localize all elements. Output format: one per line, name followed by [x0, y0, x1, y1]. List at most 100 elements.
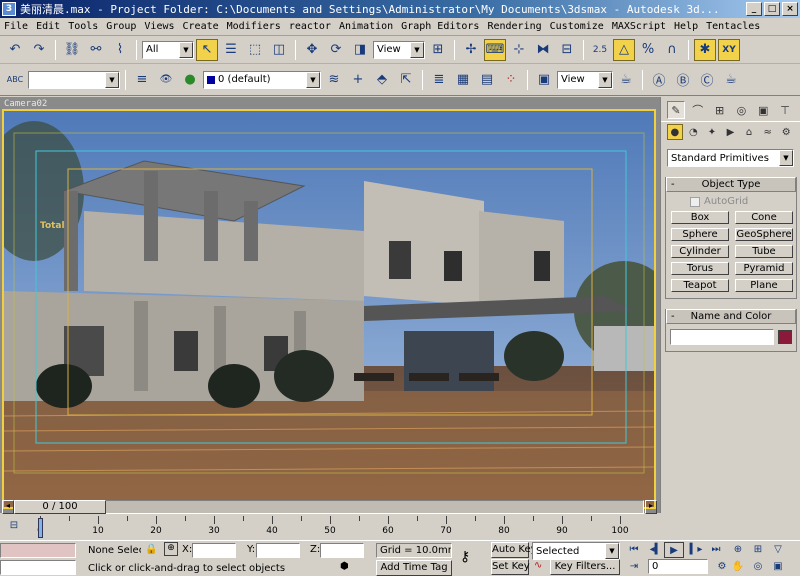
create-tab-icon[interactable]: ✎ [667, 101, 685, 119]
mirror-icon[interactable]: ⧓ [532, 39, 554, 61]
time-slider-track[interactable] [14, 500, 644, 514]
tube-button[interactable]: Tube [735, 245, 793, 258]
render-view-dropdown[interactable]: View ▼ [557, 70, 613, 89]
snaps-toggle-icon[interactable]: ⊹ [508, 39, 530, 61]
schematic-view-icon[interactable]: ▦ [452, 69, 474, 91]
lights-icon[interactable]: ✦ [704, 124, 720, 140]
select-and-scale-icon[interactable]: ◨ [349, 39, 371, 61]
undo-icon[interactable]: ↶ [4, 39, 26, 61]
curve-editor-icon[interactable]: ≣ [428, 69, 450, 91]
name-color-rollout-header[interactable]: - Name and Color [666, 309, 796, 324]
autogrid-checkbox[interactable]: AutoGrid [666, 192, 796, 209]
time-slider-next-icon[interactable]: ▸ [645, 500, 657, 514]
space-warps-icon[interactable]: ≈ [760, 124, 776, 140]
lock-selection-icon[interactable]: 🔒 [145, 544, 157, 555]
hierarchy-tab-icon[interactable]: ⊞ [711, 101, 729, 119]
primitive-category-dropdown[interactable]: Standard Primitives ▼ [667, 149, 794, 167]
create-layer-icon[interactable]: ≋ [323, 69, 345, 91]
named-selection-icon[interactable]: ✱ [694, 38, 716, 61]
absolute-mode-icon[interactable]: ⊕ [164, 542, 178, 556]
orbit-icon[interactable]: ◎ [748, 559, 768, 575]
field-of-view-icon[interactable]: ▽ [768, 542, 788, 558]
default-in-out-tangent-icon[interactable]: ∿ [534, 560, 542, 571]
menu-group[interactable]: Group [102, 21, 140, 32]
redo-icon[interactable]: ↷ [28, 39, 50, 61]
eye-icon[interactable]: 👁 [155, 69, 177, 91]
menu-modifiers[interactable]: Modifiers [223, 21, 285, 32]
play-icon[interactable]: ▶ [664, 542, 684, 558]
menu-animation[interactable]: Animation [335, 21, 397, 32]
menu-rendering[interactable]: Rendering [483, 21, 545, 32]
key-icon[interactable]: ⚷ [460, 549, 470, 565]
utilities-tab-icon[interactable]: ⊤ [776, 101, 794, 119]
menu-tentacles[interactable]: Tentacles [702, 21, 764, 32]
unlink-icon[interactable]: ⚯ [85, 39, 107, 61]
keyboard-shortcut-override-icon[interactable]: ⌨ [484, 38, 506, 61]
geometry-icon[interactable]: ● [667, 124, 683, 140]
motion-tab-icon[interactable]: ◎ [733, 101, 751, 119]
set-current-layer-icon[interactable]: ⇱ [395, 69, 417, 91]
window-crossing-icon[interactable]: ◫ [268, 39, 290, 61]
pan-view-icon[interactable]: ✋ [728, 559, 748, 575]
percent-snap-icon[interactable]: △ [613, 38, 635, 61]
systems-icon[interactable]: ⚙ [778, 124, 794, 140]
close-button[interactable]: × [782, 2, 798, 16]
cylinder-button[interactable]: Cylinder [671, 245, 729, 258]
teapot-icon[interactable]: ● [179, 69, 201, 91]
menu-edit[interactable]: Edit [32, 21, 64, 32]
object-name-input[interactable] [670, 329, 774, 345]
select-object-icon[interactable]: ↖ [196, 38, 218, 61]
maxscript-listener-mini[interactable] [0, 543, 76, 558]
add-to-layer-icon[interactable]: + [347, 69, 369, 91]
selection-filter-dropdown[interactable]: All ▼ [142, 40, 194, 59]
y-coordinate-field[interactable] [256, 543, 300, 558]
reference-coordinate-dropdown[interactable]: View ▼ [373, 40, 425, 59]
render-scene-icon[interactable]: ▣ [533, 69, 555, 91]
camera-viewport[interactable]: Camera02 Total [0, 97, 660, 513]
select-and-rotate-icon[interactable]: ⟳ [325, 39, 347, 61]
bind-to-space-warp-icon[interactable]: ⌇ [109, 39, 131, 61]
cone-button[interactable]: Cone [735, 211, 793, 224]
plane-button[interactable]: Plane [735, 279, 793, 292]
named-selection-sets-dropdown[interactable]: ▼ [28, 70, 120, 89]
display-tab-icon[interactable]: ▣ [754, 101, 772, 119]
angle-snap-icon[interactable]: 2.5 [589, 39, 611, 61]
open-mini-curve-editor-icon[interactable]: ⊟ [6, 520, 22, 534]
helpers-icon[interactable]: ⌂ [741, 124, 757, 140]
zoom-icon[interactable]: ⊕ [728, 542, 748, 558]
geosphere-button[interactable]: GeoSphere [735, 228, 793, 241]
go-to-start-icon[interactable]: ⏮ [624, 542, 644, 558]
select-and-manipulate-icon[interactable]: ✢ [460, 39, 482, 61]
object-color-swatch[interactable] [778, 330, 792, 344]
key-filters-button[interactable]: Key Filters... [550, 559, 620, 575]
axis-constraint-xy-icon[interactable]: XY [718, 38, 740, 61]
object-type-rollout-header[interactable]: - Object Type [666, 177, 796, 192]
menu-reactor[interactable]: reactor [285, 21, 335, 32]
add-time-tag-button[interactable]: Add Time Tag [376, 560, 452, 576]
auto-key-button[interactable]: Auto Key [491, 542, 537, 558]
render-c-icon[interactable]: Ⓒ [696, 69, 718, 91]
minimize-button[interactable]: _ [746, 2, 762, 16]
maxscript-input[interactable] [0, 560, 76, 575]
pivot-center-icon[interactable]: ⊞ [427, 39, 449, 61]
rendered-scene[interactable] [2, 109, 656, 509]
current-frame-marker[interactable] [38, 518, 43, 538]
pyramid-button[interactable]: Pyramid [735, 262, 793, 275]
go-to-end-icon[interactable]: ⏭ [706, 542, 726, 558]
render-b-icon[interactable]: Ⓑ [672, 69, 694, 91]
material-spheres-icon[interactable]: ⁘ [500, 69, 522, 91]
current-frame-field[interactable]: 0 [648, 559, 708, 574]
menu-help[interactable]: Help [670, 21, 702, 32]
menu-file[interactable]: File [0, 21, 32, 32]
maximize-button[interactable]: □ [764, 2, 780, 16]
render-teapot-icon[interactable]: ☕ [720, 69, 742, 91]
render-a-icon[interactable]: Ⓐ [648, 69, 670, 91]
torus-button[interactable]: Torus [671, 262, 729, 275]
zoom-all-icon[interactable]: ⊞ [748, 542, 768, 558]
x-coordinate-field[interactable] [192, 543, 236, 558]
rectangular-selection-icon[interactable]: ⬚ [244, 39, 266, 61]
time-slider-prev-icon[interactable]: ◂ [2, 500, 14, 514]
menu-tools[interactable]: Tools [64, 21, 102, 32]
modify-tab-icon[interactable]: ⌒ [689, 101, 707, 119]
teapot-button[interactable]: Teapot [671, 279, 729, 292]
